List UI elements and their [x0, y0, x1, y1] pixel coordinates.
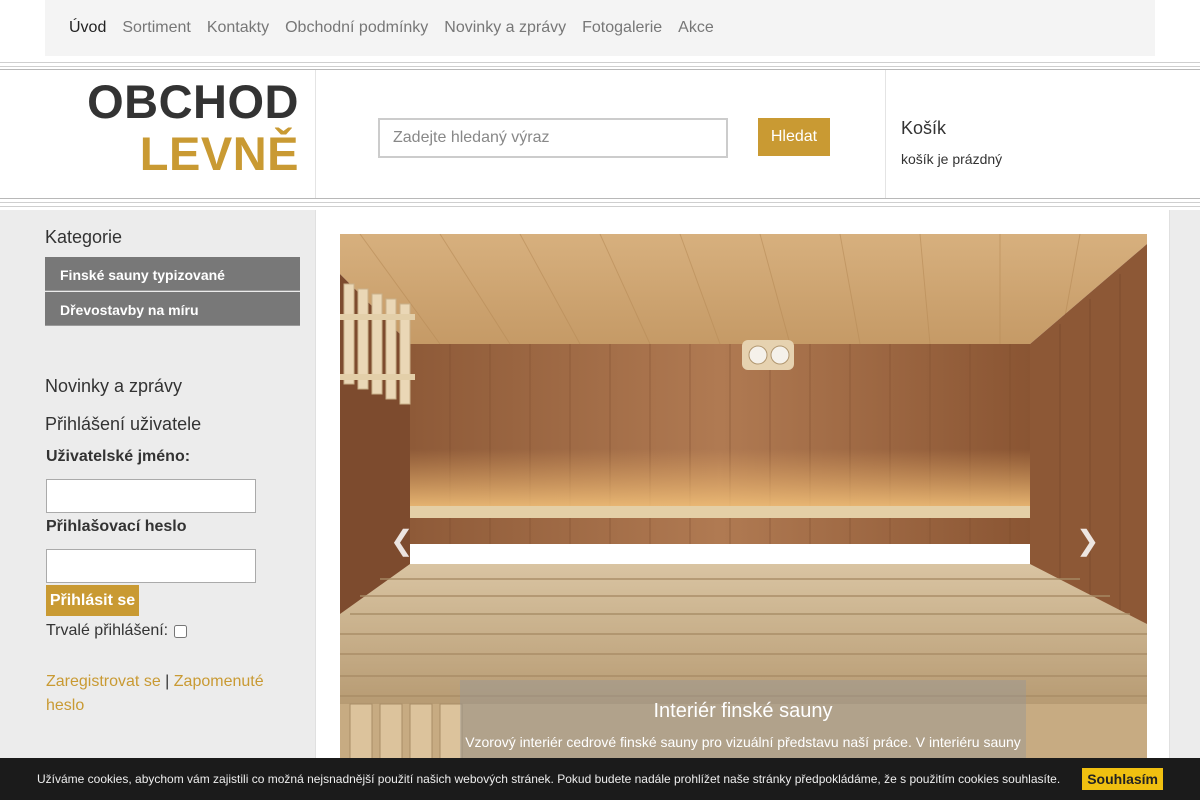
cookie-accept-button[interactable]: Souhlasím: [1082, 768, 1163, 790]
news-heading[interactable]: Novinky a zprávy: [45, 376, 182, 397]
divider-line: [0, 62, 1200, 63]
link-separator: |: [165, 673, 170, 690]
cart-status: košík je prázdný: [901, 151, 1003, 167]
category-item-finske-sauny[interactable]: Finské sauny typizované: [45, 257, 300, 291]
nav-link-fotogalerie[interactable]: Fotogalerie: [574, 0, 670, 56]
divider-line: [0, 66, 1200, 67]
site-logo[interactable]: OBCHOD LEVNĚ: [0, 70, 316, 198]
categories-heading: Kategorie: [45, 227, 123, 247]
sidebar: Kategorie Finské sauny typizované Dřevos…: [0, 210, 315, 800]
carousel-next-icon[interactable]: ❯: [1076, 524, 1099, 557]
nav-link-akce[interactable]: Akce: [670, 0, 722, 56]
username-field[interactable]: [46, 479, 256, 513]
divider-line: [0, 202, 1200, 203]
content-area: ❮ ❯ Interiér finské sauny Vzorový interi…: [315, 210, 1170, 800]
image-carousel[interactable]: ❮ ❯ Interiér finské sauny Vzorový interi…: [340, 234, 1147, 800]
nav-link-kontakty[interactable]: Kontakty: [199, 0, 277, 56]
password-field[interactable]: [46, 549, 256, 583]
divider-line: [0, 206, 1200, 207]
logo-line-2: LEVNĚ: [139, 127, 299, 180]
login-heading: Přihlášení uživatele: [45, 414, 202, 434]
search-area: Hledat: [316, 70, 886, 198]
remember-checkbox[interactable]: [174, 624, 188, 638]
logo-line-1: OBCHOD: [87, 75, 299, 128]
login-button[interactable]: Přihlásit se: [46, 585, 139, 616]
carousel-prev-icon[interactable]: ❮: [390, 524, 413, 557]
remember-row: Trvalé přihlášení:: [46, 622, 188, 640]
nav-link-novinky[interactable]: Novinky a zprávy: [436, 0, 574, 56]
category-list: Finské sauny typizované Dřevostavby na m…: [45, 257, 300, 327]
nav-link-uvod[interactable]: Úvod: [61, 0, 114, 56]
nav-link-obchodni-podminky[interactable]: Obchodní podmínky: [277, 0, 436, 56]
top-navbar: Úvod Sortiment Kontakty Obchodní podmínk…: [45, 0, 1155, 56]
category-item-drevostavby[interactable]: Dřevostavby na míru: [45, 292, 300, 326]
remember-label: Trvalé přihlášení:: [46, 622, 169, 639]
cookie-text: Užíváme cookies, abychom vám zajistili c…: [36, 772, 1061, 786]
site-header: OBCHOD LEVNĚ Hledat Košík košík je prázd…: [0, 70, 1200, 198]
account-links: Zaregistrovat se | Zapomenuté heslo: [46, 670, 296, 718]
username-label: Uživatelské jméno:: [46, 448, 191, 465]
main-area: Kategorie Finské sauny typizované Dřevos…: [0, 210, 1200, 800]
search-input[interactable]: [378, 118, 728, 158]
register-link[interactable]: Zaregistrovat se: [46, 673, 161, 690]
cart-box[interactable]: Košík košík je prázdný: [901, 118, 1002, 167]
cart-title: Košík: [901, 118, 947, 138]
divider-line: [0, 198, 1200, 199]
nav-link-sortiment[interactable]: Sortiment: [114, 0, 198, 56]
cookie-bar: Užíváme cookies, abychom vám zajistili c…: [0, 758, 1200, 800]
password-label: Přihlašovací heslo: [46, 518, 187, 535]
caption-title: Interiér finské sauny: [653, 700, 833, 722]
search-button[interactable]: Hledat: [758, 118, 830, 156]
caption-text: Vzorový interiér cedrové finské sauny pr…: [465, 734, 1021, 750]
top-navbar-wrapper: Úvod Sortiment Kontakty Obchodní podmínk…: [0, 0, 1200, 58]
